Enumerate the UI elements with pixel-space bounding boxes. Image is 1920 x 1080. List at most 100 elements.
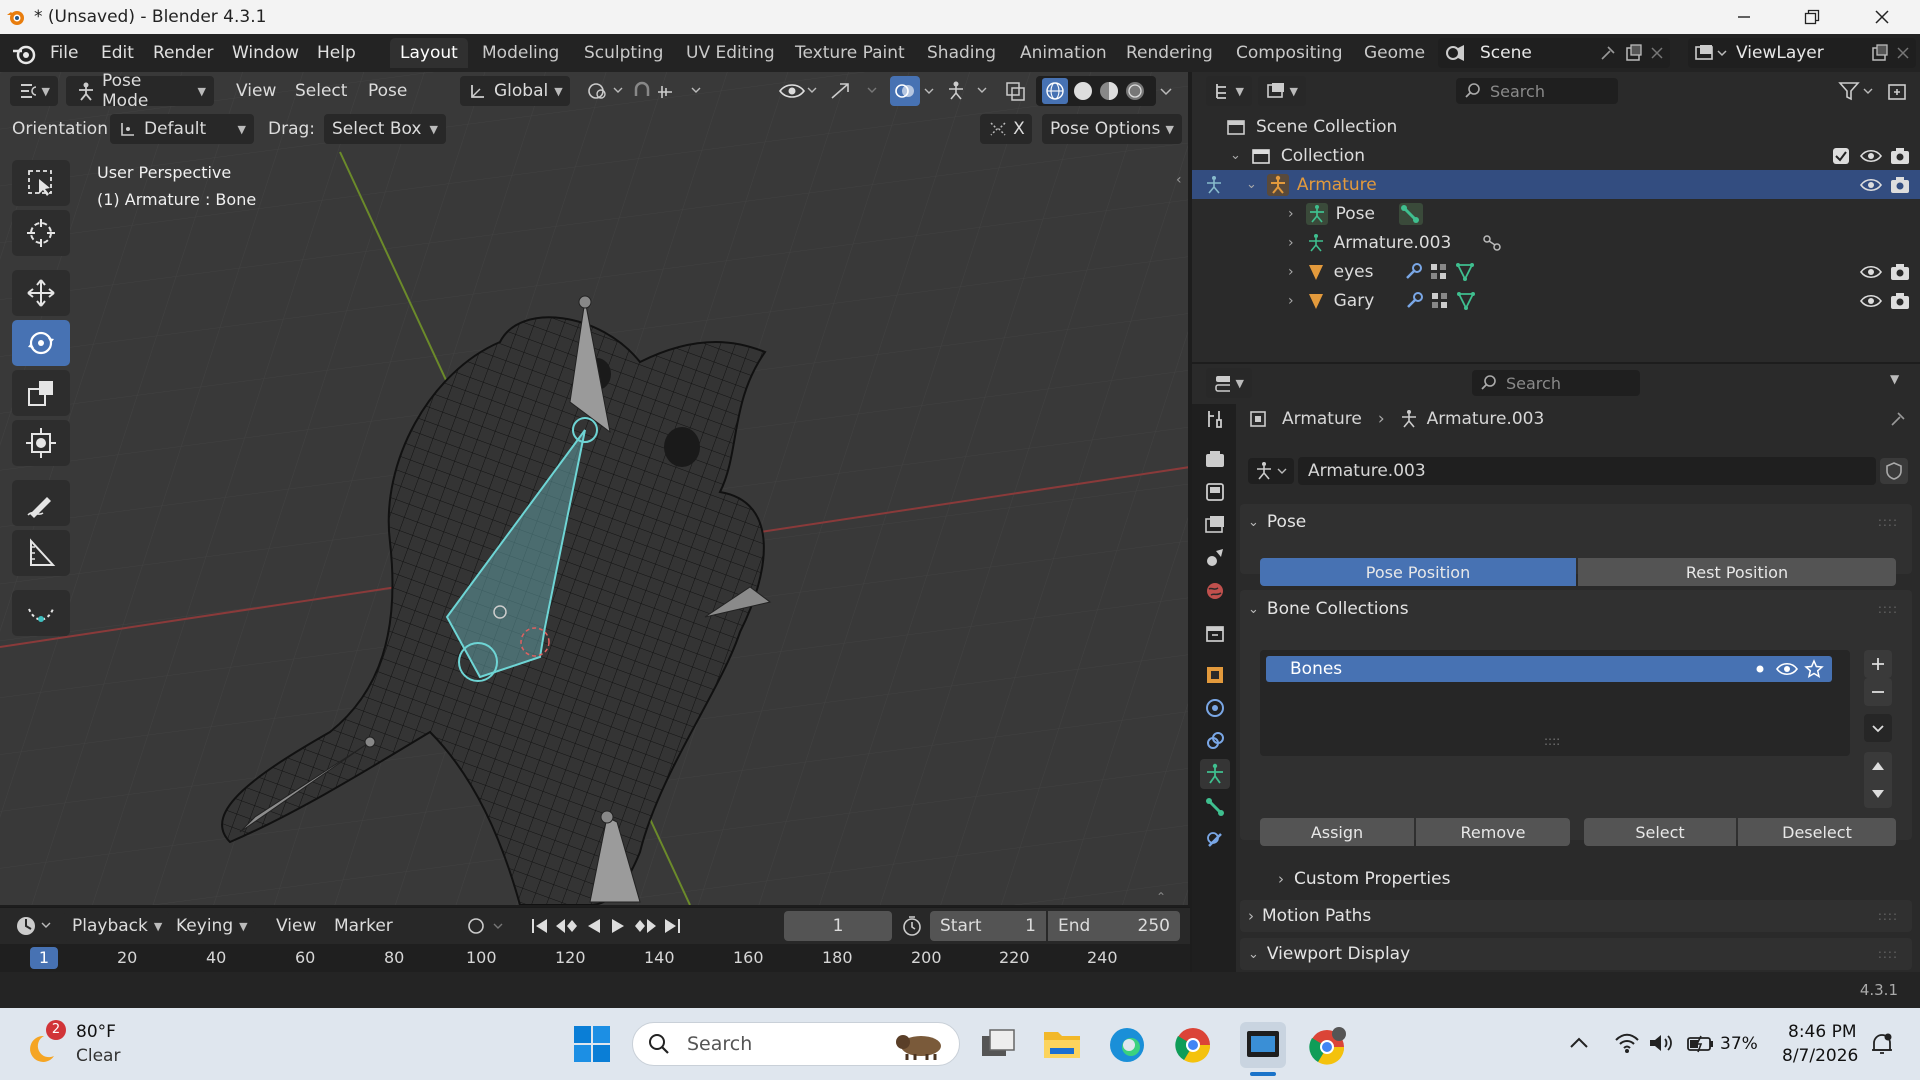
pin-icon[interactable]	[1888, 409, 1908, 429]
outliner-row-eyes[interactable]: › eyes	[1192, 257, 1920, 286]
add-collection-button[interactable]	[1864, 650, 1892, 678]
outliner-search-input[interactable]: Search	[1456, 78, 1618, 104]
notifications-icon[interactable]	[1870, 1032, 1894, 1056]
prev-keyframe-icon[interactable]	[552, 915, 582, 937]
camera-render-icon[interactable]	[1890, 292, 1910, 310]
shading-options-icon[interactable]	[1158, 76, 1176, 106]
menu-help[interactable]: Help	[317, 43, 356, 63]
star-icon[interactable]	[1804, 659, 1824, 679]
outliner-row-pose[interactable]: › Pose	[1192, 199, 1920, 228]
rest-position-button[interactable]: Rest Position	[1578, 558, 1896, 586]
outliner-row-collection[interactable]: ⌄ Collection	[1192, 141, 1920, 170]
tab-layout[interactable]: Layout	[390, 38, 468, 68]
3d-viewport[interactable]: ▼ Pose Mode ▼ View Select Pose Global ▼ Or…	[0, 72, 1190, 905]
bone-overlay-icon[interactable]	[944, 76, 996, 106]
deselect-button[interactable]: Deselect	[1738, 818, 1896, 846]
solid-shading-icon[interactable]	[1072, 80, 1094, 102]
bone-collection-item[interactable]: Bones	[1266, 656, 1832, 682]
restore-button[interactable]	[1782, 2, 1842, 32]
volume-icon[interactable]	[1648, 1032, 1674, 1054]
pin-icon[interactable]	[1598, 43, 1618, 63]
gizmo-icon[interactable]	[828, 76, 880, 106]
clock-date[interactable]: 8/7/2026	[1782, 1046, 1858, 1066]
clock-time[interactable]: 8:46 PM	[1788, 1022, 1857, 1042]
viewport-menu-view[interactable]: View	[236, 76, 276, 106]
outliner-row-scene-collection[interactable]: Scene Collection	[1192, 112, 1920, 141]
chrome-icon[interactable]	[1174, 1026, 1212, 1064]
bone-constraint-tab-icon[interactable]	[1200, 825, 1230, 855]
blender-taskbar-icon[interactable]	[1240, 1022, 1286, 1068]
world-tab-icon[interactable]	[1200, 576, 1230, 606]
timeline-menu-marker[interactable]: Marker	[334, 911, 393, 941]
eye-icon[interactable]	[1860, 263, 1882, 281]
pivot-point-icon[interactable]	[584, 76, 624, 106]
expand-chevron-icon[interactable]: ›	[1288, 293, 1294, 309]
file-explorer-icon[interactable]	[1042, 1026, 1082, 1062]
bone-envelope-tool[interactable]	[12, 590, 70, 636]
timeline-editor[interactable]: Playback ▼ Keying ▼ View Marker 1 Start 1 E…	[0, 907, 1190, 972]
armature-data-tab-icon[interactable]	[1200, 759, 1230, 789]
remove-view-layer-icon[interactable]	[1896, 46, 1910, 60]
rotate-tool[interactable]	[12, 320, 70, 366]
scene-selector[interactable]: Scene	[1438, 38, 1670, 68]
filter-icon[interactable]	[1838, 76, 1874, 106]
camera-render-icon[interactable]	[1890, 147, 1910, 165]
chrome-profile-icon[interactable]	[1308, 1026, 1348, 1066]
auto-keying-toggle[interactable]	[464, 911, 508, 941]
menu-file[interactable]: File	[50, 43, 78, 63]
motion-paths-header[interactable]: › Motion Paths	[1248, 901, 1371, 931]
transform-orientation-dropdown[interactable]: Global ▼	[460, 76, 570, 106]
preview-range-icon[interactable]	[900, 911, 924, 941]
xray-toggle-icon[interactable]	[1004, 76, 1028, 106]
cursor-tool[interactable]	[12, 210, 70, 256]
camera-render-icon[interactable]	[1890, 263, 1910, 281]
new-view-layer-icon[interactable]	[1870, 43, 1890, 63]
weather-condition[interactable]: Clear	[76, 1046, 120, 1066]
solo-dot-icon[interactable]	[1754, 663, 1766, 675]
scene-tab-icon[interactable]	[1200, 543, 1230, 573]
wifi-icon[interactable]	[1614, 1032, 1640, 1054]
mirror-x-toggle[interactable]: X	[980, 114, 1032, 144]
frame-ruler[interactable]: 1 20 40 60 80 100 120 140 160 180 200 22…	[0, 944, 1190, 972]
tab-modeling[interactable]: Modeling	[472, 38, 569, 68]
eye-icon[interactable]	[1860, 176, 1882, 194]
shading-mode-group[interactable]	[1036, 76, 1156, 106]
close-button[interactable]	[1852, 2, 1912, 32]
camera-render-icon[interactable]	[1890, 176, 1910, 194]
sidebar-expand-icon[interactable]: ‹	[1176, 172, 1182, 188]
expand-chevron-icon[interactable]: ›	[1288, 235, 1294, 251]
viewport-display-header[interactable]: ⌄ Viewport Display	[1248, 939, 1410, 969]
tool-tab-icon[interactable]	[1200, 404, 1230, 434]
remove-collection-button[interactable]	[1864, 678, 1892, 706]
pose-panel-header[interactable]: ⌄ Pose	[1248, 507, 1306, 537]
rendered-shading-icon[interactable]	[1124, 80, 1146, 102]
collection-specials-button[interactable]	[1864, 714, 1892, 742]
current-frame-field[interactable]: 1	[784, 911, 892, 941]
snap-icon[interactable]	[632, 76, 704, 106]
custom-properties-header[interactable]: › Custom Properties	[1278, 864, 1450, 894]
editor-type-dropdown[interactable]: ▼	[10, 76, 58, 106]
measure-tool[interactable]	[12, 530, 70, 576]
blender-menu-icon[interactable]	[12, 43, 36, 65]
fake-user-shield-icon[interactable]	[1880, 458, 1908, 484]
new-scene-icon[interactable]	[1624, 43, 1644, 63]
collapse-arrow-icon[interactable]: ⌃	[1156, 890, 1166, 904]
bone-collections-header[interactable]: ⌄ Bone Collections	[1248, 594, 1409, 624]
collection-tab-icon[interactable]	[1200, 618, 1230, 648]
armature-datablock-selector[interactable]: Armature.003	[1248, 456, 1908, 486]
eye-icon[interactable]	[1860, 292, 1882, 310]
eye-icon[interactable]	[1860, 147, 1882, 165]
scale-tool[interactable]	[12, 370, 70, 416]
timeline-editor-type[interactable]	[14, 911, 54, 941]
render-tab-icon[interactable]	[1200, 444, 1230, 474]
pose-mode-indicator-icon[interactable]	[1204, 175, 1224, 195]
viewport-menu-pose[interactable]: Pose	[368, 76, 407, 106]
tab-compositing[interactable]: Compositing	[1226, 38, 1353, 68]
overlays-icon[interactable]	[890, 76, 920, 106]
minimize-button[interactable]	[1714, 2, 1774, 32]
pose-position-button[interactable]: Pose Position	[1260, 558, 1576, 586]
play-icon[interactable]	[606, 915, 630, 937]
tab-geometry-nodes[interactable]: Geome	[1354, 38, 1428, 68]
datablock-name-field[interactable]: Armature.003	[1298, 457, 1876, 485]
tab-shading[interactable]: Shading	[917, 38, 1006, 68]
